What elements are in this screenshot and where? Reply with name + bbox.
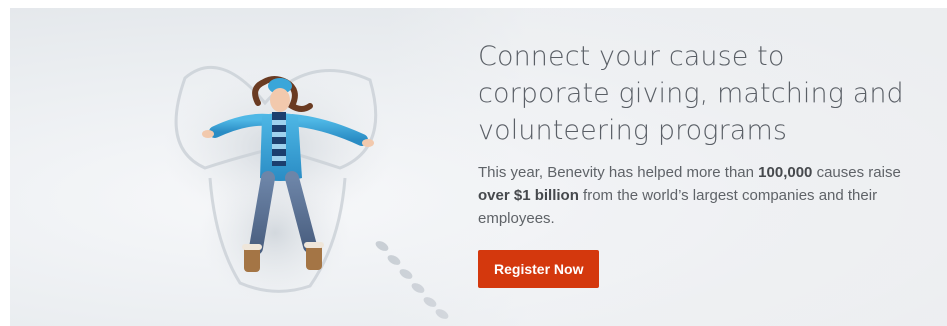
register-now-button[interactable]: Register Now — [478, 250, 600, 288]
footprints — [375, 241, 449, 319]
hero-description: This year, Benevity has helped more than… — [478, 161, 908, 230]
amount-raised: over $1 billion — [478, 187, 579, 204]
description-text-1: This year, Benevity has helped more than — [478, 164, 759, 181]
description-text-2: causes raise — [812, 164, 901, 181]
hero-text-block: Connect your cause to corporate giving, … — [478, 38, 918, 288]
hero-banner: Connect your cause to corporate giving, … — [10, 8, 947, 326]
causes-count: 100,000 — [758, 164, 813, 181]
hero-headline: Connect your cause to corporate giving, … — [478, 41, 904, 146]
